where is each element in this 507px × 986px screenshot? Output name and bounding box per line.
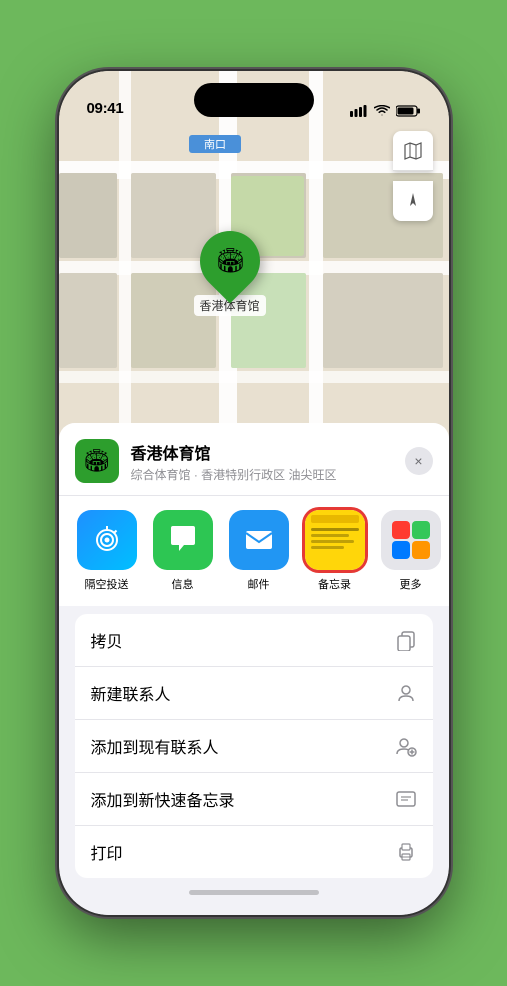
phone-frame: 09:41 <box>59 71 449 915</box>
share-item-mail[interactable]: 邮件 <box>227 510 291 592</box>
share-item-notes[interactable]: 备忘录 <box>303 510 367 592</box>
action-print[interactable]: 打印 <box>75 826 433 878</box>
messages-label: 信息 <box>172 576 194 592</box>
map-controls <box>393 131 433 221</box>
action-quick-note-label: 添加到新快速备忘录 <box>91 787 235 811</box>
share-row: 隔空投送 信息 <box>59 496 449 606</box>
phone-screen: 09:41 <box>59 71 449 915</box>
pin-icon: 🏟 <box>187 219 272 304</box>
share-item-messages[interactable]: 信息 <box>151 510 215 592</box>
location-pin: 🏟 香港体育馆 <box>194 231 266 316</box>
battery-icon <box>396 105 421 117</box>
close-icon: × <box>414 453 422 469</box>
more-icon <box>381 510 441 570</box>
quick-note-icon <box>395 788 417 810</box>
signal-icon <box>350 105 368 117</box>
venue-desc: 综合体育馆 · 香港特别行政区 油尖旺区 <box>131 466 393 483</box>
share-item-airdrop[interactable]: 隔空投送 <box>75 510 139 592</box>
pin-emoji: 🏟 <box>214 247 244 276</box>
notes-label: 备忘录 <box>318 576 351 592</box>
wifi-icon <box>374 105 390 117</box>
venue-info: 香港体育馆 综合体育馆 · 香港特别行政区 油尖旺区 <box>131 440 393 483</box>
bottom-sheet: 🏟 香港体育馆 综合体育馆 · 香港特别行政区 油尖旺区 × <box>59 423 449 915</box>
venue-name: 香港体育馆 <box>131 440 393 464</box>
copy-icon <box>395 629 417 651</box>
share-item-more[interactable]: 更多 <box>379 510 443 592</box>
action-print-label: 打印 <box>91 840 123 864</box>
status-icons <box>350 105 421 117</box>
action-list: 拷贝 新建联系人 添加到现有联系人 <box>75 614 433 878</box>
airdrop-icon <box>77 510 137 570</box>
messages-icon <box>153 510 213 570</box>
action-quick-note[interactable]: 添加到新快速备忘录 <box>75 773 433 826</box>
close-button[interactable]: × <box>405 447 433 475</box>
action-add-contact[interactable]: 添加到现有联系人 <box>75 720 433 773</box>
status-time: 09:41 <box>87 100 124 117</box>
print-icon <box>395 841 417 863</box>
mail-icon <box>229 510 289 570</box>
dynamic-island <box>194 83 314 117</box>
add-contact-icon <box>395 735 417 757</box>
map-type-button[interactable] <box>393 131 433 171</box>
svg-text:南口: 南口 <box>204 138 226 151</box>
mail-label: 邮件 <box>248 576 270 592</box>
action-add-contact-label: 添加到现有联系人 <box>91 734 219 758</box>
action-copy[interactable]: 拷贝 <box>75 614 433 667</box>
more-label: 更多 <box>400 576 422 592</box>
sheet-header: 🏟 香港体育馆 综合体育馆 · 香港特别行政区 油尖旺区 × <box>59 423 449 496</box>
location-button[interactable] <box>393 181 433 221</box>
home-indicator <box>189 890 319 895</box>
airdrop-label: 隔空投送 <box>85 576 129 592</box>
action-copy-label: 拷贝 <box>91 628 123 652</box>
action-new-contact[interactable]: 新建联系人 <box>75 667 433 720</box>
action-new-contact-label: 新建联系人 <box>91 681 171 705</box>
venue-icon: 🏟 <box>75 439 119 483</box>
new-contact-icon <box>395 682 417 704</box>
